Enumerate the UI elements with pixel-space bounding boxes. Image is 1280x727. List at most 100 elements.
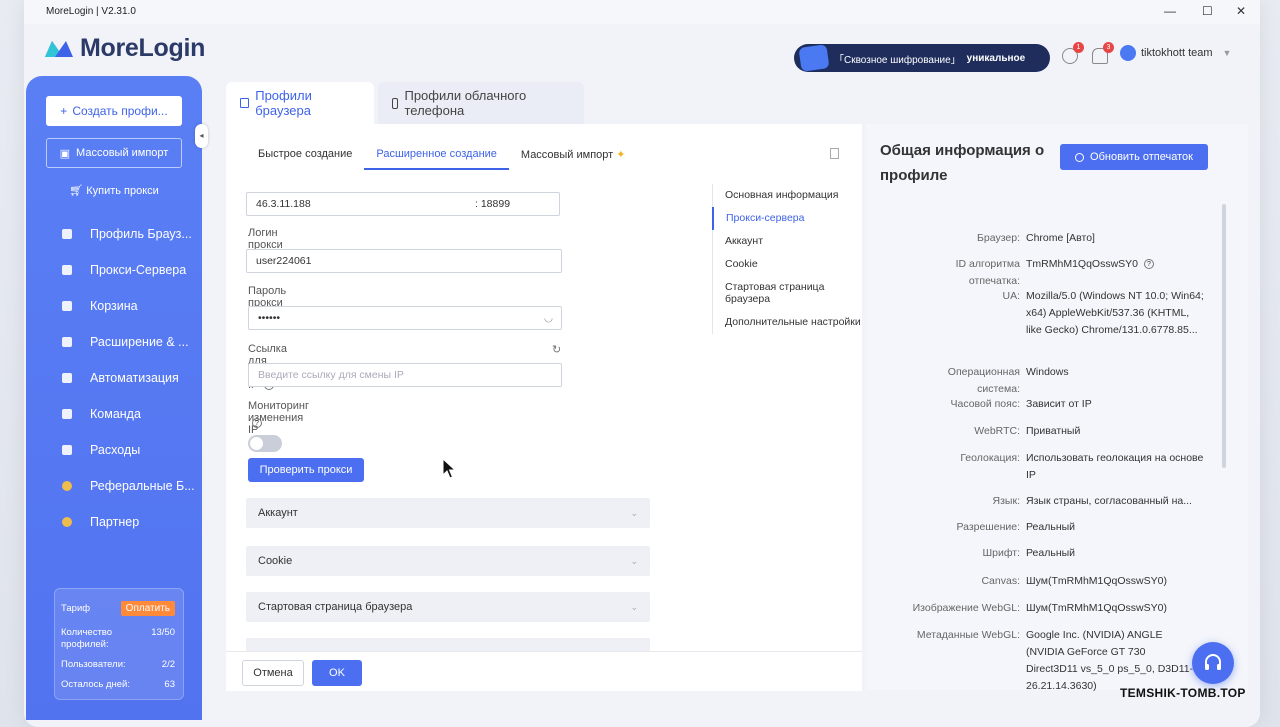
sidebar-item-expenses[interactable]: Расходы — [26, 432, 202, 468]
anchor-cookie[interactable]: Cookie — [713, 253, 872, 276]
tab-label: Массовый импорт — [520, 149, 614, 161]
summary-key: Изображение WebGL: — [912, 602, 1020, 614]
tariff-label: Тариф — [61, 603, 91, 614]
profile-summary-panel: Общая информация о профиле Обновить отпе… — [866, 124, 1248, 692]
section-more[interactable] — [246, 638, 650, 652]
question-icon[interactable]: ? — [1143, 259, 1154, 270]
summary-value: Язык страны, согласованный на... — [1026, 495, 1192, 507]
puzzle-icon — [62, 337, 72, 347]
ip-monitor-toggle[interactable] — [248, 435, 282, 452]
section-label: Аккаунт — [258, 507, 298, 519]
sidebar-item-partner[interactable]: Партнер — [26, 504, 202, 540]
logo-text: MoreLogin — [80, 34, 206, 62]
section-label: Стартовая страница браузера — [258, 601, 413, 613]
maximize-button[interactable]: ☐ — [1202, 4, 1213, 18]
refresh-icon[interactable]: ↻ — [552, 343, 561, 356]
summary-key: Разрешение: — [956, 521, 1020, 533]
document-icon[interactable] — [830, 148, 839, 159]
star-icon: ✦ — [616, 149, 626, 161]
proxy-password-input[interactable]: •••••• ◡ — [248, 306, 562, 330]
plan-card: Тариф Оплатить Количество профилей: 13/5… — [54, 588, 184, 700]
days-left-value: 63 — [164, 679, 175, 690]
headset-icon — [1205, 654, 1221, 670]
pay-button[interactable]: Оплатить — [120, 601, 175, 616]
heart-icon — [62, 517, 72, 527]
anchor-proxy[interactable]: Прокси-сервера — [712, 207, 872, 230]
coin-icon — [62, 481, 72, 491]
section-cookie[interactable]: Cookie ⌄ — [246, 546, 650, 576]
sidebar-item-trash[interactable]: Корзина — [26, 288, 202, 324]
check-proxy-button[interactable]: Проверить прокси — [248, 458, 364, 482]
proxy-port-value[interactable]: : 18899 — [475, 198, 510, 210]
summary-key: Операционная система: — [947, 366, 1020, 395]
bulk-import-label: Массовый импорт — [76, 147, 169, 159]
ip-change-placeholder: Введите ссылку для смены IP — [258, 369, 404, 381]
anchor-advanced-settings[interactable]: Дополнительные настройки — [713, 311, 872, 334]
proxy-host-value: 46.3.11.188 — [256, 198, 311, 210]
summary-key: Метаданные WebGL: — [916, 629, 1020, 641]
bell-icon[interactable]: 3 — [1092, 42, 1114, 64]
section-start-page[interactable]: Стартовая страница браузера ⌄ — [246, 592, 650, 622]
support-chat-button[interactable] — [1192, 642, 1234, 684]
section-label: Cookie — [258, 555, 293, 567]
wallet-icon — [62, 445, 72, 455]
avatar — [1120, 45, 1136, 61]
eye-icon[interactable]: ◡ — [544, 312, 553, 324]
sidebar-item-team[interactable]: Команда — [26, 396, 202, 432]
tab-label: Расширенное создание — [376, 148, 497, 160]
buy-proxy-link[interactable]: 🛒︎ Купить прокси — [26, 184, 202, 197]
cancel-button[interactable]: Отмена — [242, 660, 304, 686]
chevron-down-icon: ⌄ — [630, 507, 638, 518]
question-icon[interactable]: ? — [252, 418, 262, 428]
proxy-login-input[interactable]: user224061 — [246, 249, 562, 273]
import-icon: ▣ — [59, 147, 71, 160]
sidebar-item-referral[interactable]: Реферальные Б... — [26, 468, 202, 504]
summary-key: WebRTC: — [974, 425, 1020, 437]
encryption-highlight: уникальное — [966, 52, 1026, 64]
encryption-banner[interactable]: 「Сквозное шифрование」 уникальное — [794, 44, 1050, 72]
sidebar-item-extensions[interactable]: Расширение & ... — [26, 324, 202, 360]
robot-icon — [62, 373, 72, 383]
ok-button[interactable]: OK — [312, 660, 362, 686]
tab-cloud-phone[interactable]: Профили облачного телефона — [378, 82, 584, 124]
cart-icon: 🛒︎ — [69, 185, 84, 197]
tab-advanced-create[interactable]: Расширенное создание — [364, 142, 509, 170]
ip-change-link-input[interactable]: Введите ссылку для смены IP — [248, 363, 562, 387]
sidebar-item-proxy-servers[interactable]: Прокси-Сервера — [26, 252, 202, 288]
summary-key: Язык: — [992, 495, 1020, 507]
trash-icon — [62, 301, 72, 311]
app-window: MoreLogin | V2.31.0 — ☐ ✕ MoreLogin 「Скв… — [24, 0, 1260, 727]
profile-form-panel: Быстрое создание Расширенное создание Ма… — [226, 124, 881, 690]
anchor-start-page[interactable]: Стартовая страница браузера — [713, 276, 872, 311]
tab-bulk-import[interactable]: Массовый импорт ✦ — [509, 142, 638, 170]
summary-value: Зависит от IP — [1026, 398, 1092, 410]
sidebar: + Создать профи... ▣ Массовый импорт 🛒︎ … — [26, 76, 202, 720]
summary-scrollbar[interactable] — [1222, 204, 1226, 468]
summary-key: UA: — [1002, 290, 1020, 302]
sidebar-item-browser-profiles[interactable]: Профиль Брауз... — [26, 216, 202, 252]
proxy-host-input[interactable]: 46.3.11.188 : 18899 — [246, 192, 560, 216]
summary-value-text: TmRMhM1QqOsswSY0 — [1026, 258, 1139, 270]
user-menu[interactable]: tiktokhott team ▼ — [1120, 45, 1231, 61]
window-title: MoreLogin | V2.31.0 — [46, 6, 136, 17]
close-button[interactable]: ✕ — [1236, 4, 1246, 18]
refresh-fingerprint-button[interactable]: Обновить отпечаток — [1060, 144, 1208, 170]
sidebar-item-automation[interactable]: Автоматизация — [26, 360, 202, 396]
form-footer: Отмена OK — [226, 651, 862, 691]
summary-value: Реальный — [1026, 521, 1076, 533]
sidebar-item-label: Расширение & ... — [90, 335, 189, 349]
anchor-account[interactable]: Аккаунт — [713, 230, 872, 253]
tab-quick-create[interactable]: Быстрое создание — [246, 142, 364, 170]
buy-proxy-label: Купить прокси — [86, 185, 159, 197]
create-profile-label: Создать профи... — [72, 104, 168, 118]
help-icon[interactable]: 1 — [1062, 42, 1084, 64]
proxy-login-value: user224061 — [256, 255, 312, 267]
minimize-button[interactable]: — — [1164, 4, 1176, 18]
collapse-sidebar-button[interactable]: ◂ — [195, 124, 208, 148]
section-account[interactable]: Аккаунт ⌄ — [246, 498, 650, 528]
anchor-basic-info[interactable]: Основная информация — [713, 184, 872, 207]
sidebar-item-label: Реферальные Б... — [90, 479, 195, 493]
bulk-import-button[interactable]: ▣ Массовый импорт — [46, 138, 182, 168]
create-profile-button[interactable]: + Создать профи... — [46, 96, 182, 126]
tab-browser-profiles[interactable]: Профили браузера — [226, 82, 374, 124]
